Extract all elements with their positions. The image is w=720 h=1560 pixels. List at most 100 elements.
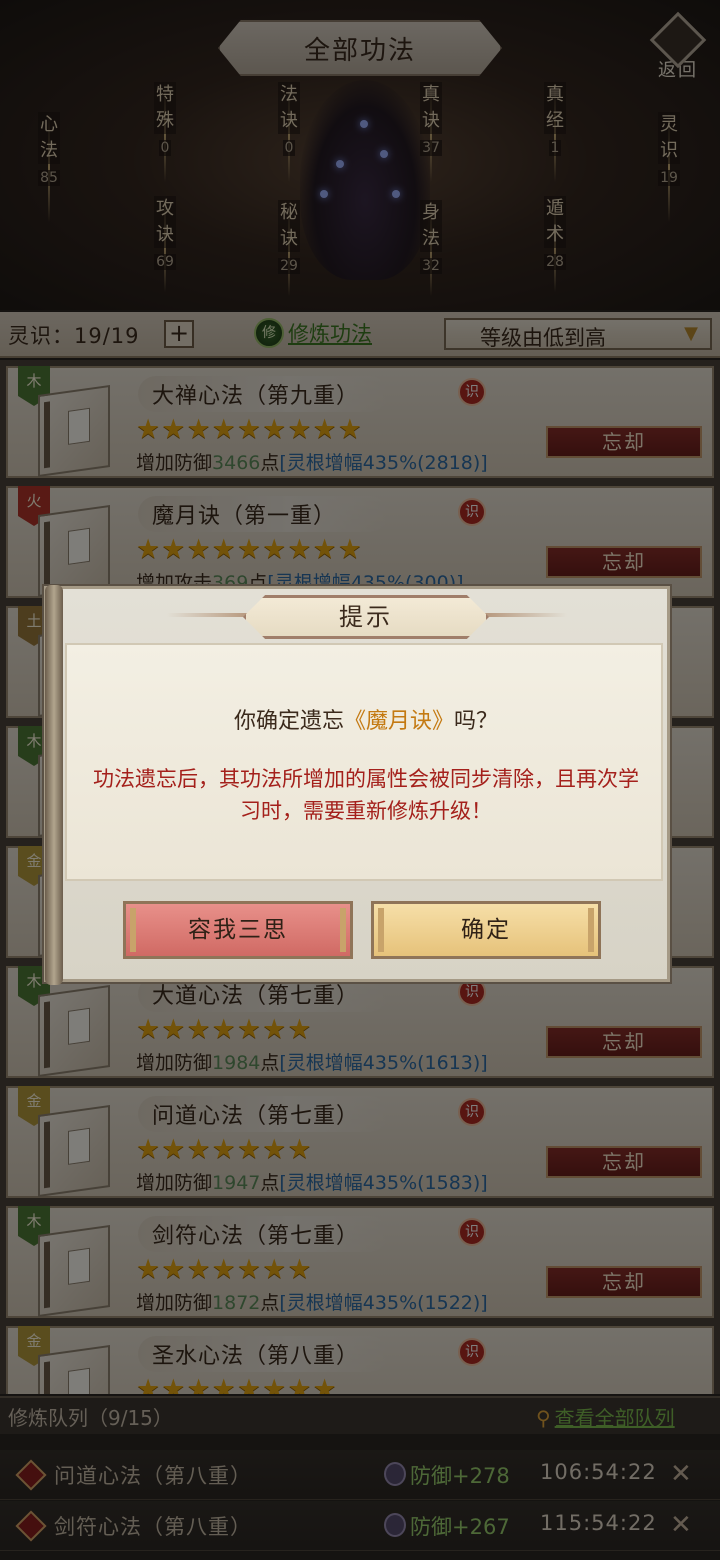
- forget-button[interactable]: 忘却: [546, 1026, 702, 1058]
- star-icon: ★: [186, 1254, 211, 1285]
- forget-button[interactable]: 忘却: [546, 546, 702, 578]
- star-rating: ★★★★★★★: [136, 1016, 313, 1044]
- category-zhenjue[interactable]: 真诀 37: [416, 82, 446, 182]
- defense-icon: [384, 1462, 406, 1486]
- star-icon: ★: [262, 1134, 287, 1165]
- queue-item: 问道心法（第八重） 防御+278 106:54:22 ✕: [0, 1450, 720, 1500]
- skill-row[interactable]: 木大道心法（第七重）识 ★★★★★★★ 增加防御1984点[灵根增幅435%(161…: [6, 966, 714, 1078]
- insight-badge-icon[interactable]: 识: [458, 1098, 486, 1126]
- title-plate: 全部功法: [218, 20, 502, 76]
- view-all-queue-link[interactable]: ⚲ 查看全部队列: [536, 1402, 675, 1431]
- effect-unit: 点: [260, 1172, 280, 1194]
- effect-unit: 点: [260, 1292, 280, 1314]
- effect-value: 1947: [212, 1172, 261, 1194]
- skill-name: 问道心法（第七重）: [152, 1104, 360, 1129]
- view-all-label: 查看全部队列: [554, 1406, 675, 1430]
- skill-name-plate: 剑符心法（第七重）: [138, 1216, 388, 1252]
- sort-label: 等级由低到高: [480, 326, 606, 350]
- star-icon: ★: [287, 1134, 312, 1165]
- effect-prefix: 增加防御: [136, 1172, 213, 1194]
- toolbar: 灵识：19/19 + 修 修炼功法 等级由低到高 ▼: [0, 312, 720, 358]
- category-count: 37: [420, 140, 442, 156]
- category-xinfa[interactable]: 心法 85: [34, 112, 64, 222]
- cancel-x-icon[interactable]: ✕: [670, 1460, 692, 1488]
- effect-bonus: [灵根增幅435%(1522)]: [279, 1292, 488, 1314]
- star-icon: ★: [186, 414, 211, 445]
- star-icon: ★: [262, 1374, 287, 1395]
- insight-badge-icon[interactable]: 识: [458, 1218, 486, 1246]
- effect-bonus: [灵根增幅435%(1613)]: [279, 1052, 488, 1074]
- category-gongjue[interactable]: 攻诀 69: [150, 196, 180, 292]
- forget-button[interactable]: 忘却: [546, 426, 702, 458]
- train-skill-link[interactable]: 修 修炼功法: [254, 318, 372, 348]
- star-icon: ★: [136, 414, 161, 445]
- confirm-button[interactable]: 确定: [371, 901, 601, 959]
- star-icon: ★: [236, 414, 262, 445]
- category-zhenjing[interactable]: 真经 1: [540, 82, 570, 182]
- spirit-orb: [380, 150, 388, 158]
- star-icon: ★: [236, 1134, 262, 1165]
- category-shenfa[interactable]: 身法 32: [416, 200, 446, 296]
- category-mijue[interactable]: 秘诀 29: [274, 200, 304, 296]
- page-title: 全部功法: [303, 35, 416, 66]
- skill-row[interactable]: 火魔月诀（第一重）识 ★★★★★★★★★ 增加攻击369点[灵根增幅435%(300…: [6, 486, 714, 598]
- forget-button[interactable]: 忘却: [546, 1146, 702, 1178]
- category-label: 秘诀: [278, 200, 300, 252]
- cancel-button[interactable]: 容我三思: [123, 901, 353, 959]
- skill-row[interactable]: 金问道心法（第七重）识 ★★★★★★★ 增加防御1947点[灵根增幅435%(158…: [6, 1086, 714, 1198]
- train-skill-label: 修炼功法: [288, 322, 372, 346]
- insight-badge-icon[interactable]: 识: [458, 498, 486, 526]
- category-dunshu[interactable]: 遁术 28: [540, 196, 570, 292]
- skill-book-icon: [38, 504, 110, 598]
- effect-unit: 点: [260, 1052, 280, 1074]
- category-fajue[interactable]: 法诀 0: [274, 82, 304, 182]
- skill-row[interactable]: 木大禅心法（第九重）识 ★★★★★★★★★ 增加防御3466点[灵根增幅435%(2…: [6, 366, 714, 478]
- star-icon: ★: [186, 1374, 211, 1395]
- cultivate-icon: 修: [254, 318, 284, 348]
- dialog-body: 你确定遗忘《魔月诀》吗？ 功法遗忘后，其功法所增加的属性会被同步清除，且再次学习…: [65, 643, 663, 881]
- spirit-orb: [360, 120, 368, 128]
- category-count: 85: [38, 170, 60, 186]
- effect-value: 1984: [212, 1052, 261, 1074]
- skill-name-plate: 大禅心法（第九重）: [138, 376, 388, 412]
- skill-effect: 增加防御1984点[灵根增幅435%(1613)]: [136, 1048, 488, 1075]
- star-icon: ★: [161, 1014, 186, 1045]
- star-icon: ★: [186, 1134, 211, 1165]
- skill-row[interactable]: 木剑符心法（第七重）识 ★★★★★★★ 增加防御1872点[灵根增幅435%(152…: [6, 1206, 714, 1318]
- category-teshu[interactable]: 特殊 0: [150, 82, 180, 182]
- star-rating: ★★★★★★★: [136, 1256, 313, 1284]
- queue-item: 剑符心法（第八重） 防御+267 115:54:22 ✕: [0, 1501, 720, 1551]
- category-count: 0: [282, 140, 296, 156]
- confirm-dialog: 提示 你确定遗忘《魔月诀》吗？ 功法遗忘后，其功法所增加的属性会被同步清除，且再…: [44, 585, 670, 985]
- category-count: 0: [158, 140, 172, 156]
- star-icon: ★: [161, 534, 186, 565]
- star-icon: ★: [161, 1374, 186, 1395]
- insight-badge-icon[interactable]: 识: [458, 1338, 486, 1366]
- skill-effect: 增加防御1947点[灵根增幅435%(1583)]: [136, 1168, 488, 1195]
- queue-item-name: 问道心法（第八重）: [54, 1464, 252, 1488]
- back-button[interactable]: 返回: [646, 11, 710, 84]
- star-icon: ★: [287, 1254, 312, 1285]
- cancel-x-icon[interactable]: ✕: [670, 1511, 692, 1539]
- category-label: 心法: [38, 112, 60, 164]
- star-icon: ★: [136, 1014, 161, 1045]
- lingshi-counter: 灵识：19/19: [8, 324, 140, 348]
- insight-badge-icon[interactable]: 识: [458, 978, 486, 1006]
- star-icon: ★: [287, 534, 312, 565]
- star-icon: ★: [287, 1374, 312, 1395]
- spirit-orb: [320, 190, 328, 198]
- dialog-title-bar: 提示: [167, 595, 567, 639]
- queue-item-name: 剑符心法（第八重）: [54, 1515, 252, 1539]
- dialog-title: 提示: [243, 595, 489, 639]
- skill-diamond-icon: [15, 1459, 47, 1491]
- add-lingshi-button[interactable]: +: [164, 320, 194, 348]
- star-icon: ★: [262, 1254, 287, 1285]
- insight-badge-icon[interactable]: 识: [458, 378, 486, 406]
- sort-dropdown[interactable]: 等级由低到高 ▼: [444, 318, 712, 350]
- star-icon: ★: [262, 1014, 287, 1045]
- category-count: 1: [548, 140, 562, 156]
- category-label: 真经: [544, 82, 566, 134]
- category-lingshi[interactable]: 灵识 19: [654, 112, 684, 222]
- skill-row[interactable]: 金圣水心法（第八重）识 ★★★★★★★★: [6, 1326, 714, 1394]
- forget-button[interactable]: 忘却: [546, 1266, 702, 1298]
